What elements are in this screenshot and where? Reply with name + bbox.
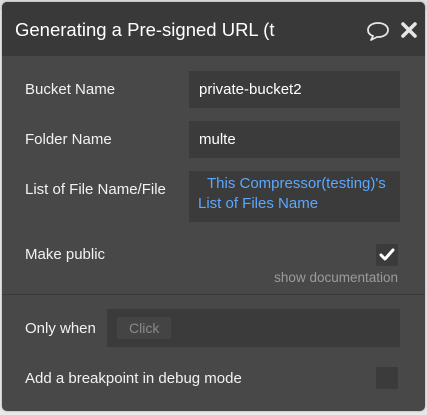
only-when-label: Only when bbox=[25, 320, 96, 337]
close-icon[interactable] bbox=[400, 21, 418, 39]
bucket-name-value: private-bucket2 bbox=[199, 81, 302, 98]
make-public-checkbox[interactable] bbox=[376, 244, 398, 266]
panel-titlebar[interactable]: Generating a Pre-signed URL (te bbox=[2, 2, 425, 56]
folder-name-value: multe bbox=[199, 131, 236, 148]
panel-title: Generating a Pre-signed URL (te bbox=[15, 19, 275, 40]
only-when-condition-field[interactable]: Click bbox=[107, 309, 400, 347]
folder-name-input[interactable]: multe bbox=[189, 121, 400, 158]
breakpoint-label: Add a breakpoint in debug mode bbox=[25, 370, 242, 387]
section-divider bbox=[2, 294, 425, 295]
speech-bubble-icon[interactable] bbox=[366, 21, 390, 41]
file-list-label: List of File Name/File bbox=[25, 181, 166, 198]
bucket-name-input[interactable]: private-bucket2 bbox=[189, 71, 400, 108]
file-list-expression-line1[interactable]: This Compressor(testing)'s bbox=[196, 174, 390, 194]
only-when-click-placeholder[interactable]: Click bbox=[117, 317, 172, 339]
action-properties-panel: Generating a Pre-signed URL (te Bucket N… bbox=[2, 2, 425, 411]
breakpoint-checkbox[interactable] bbox=[376, 367, 398, 389]
checkmark-icon bbox=[379, 248, 395, 261]
make-public-label: Make public bbox=[25, 246, 106, 263]
file-list-dynamic-field[interactable]: This Compressor(testing)'s List of Files… bbox=[189, 171, 400, 222]
folder-name-label: Folder Name bbox=[25, 131, 112, 148]
show-documentation-link[interactable]: show documentation bbox=[274, 270, 398, 285]
bucket-name-label: Bucket Name bbox=[25, 81, 116, 98]
file-list-expression-line2[interactable]: List of Files Name bbox=[196, 194, 390, 214]
